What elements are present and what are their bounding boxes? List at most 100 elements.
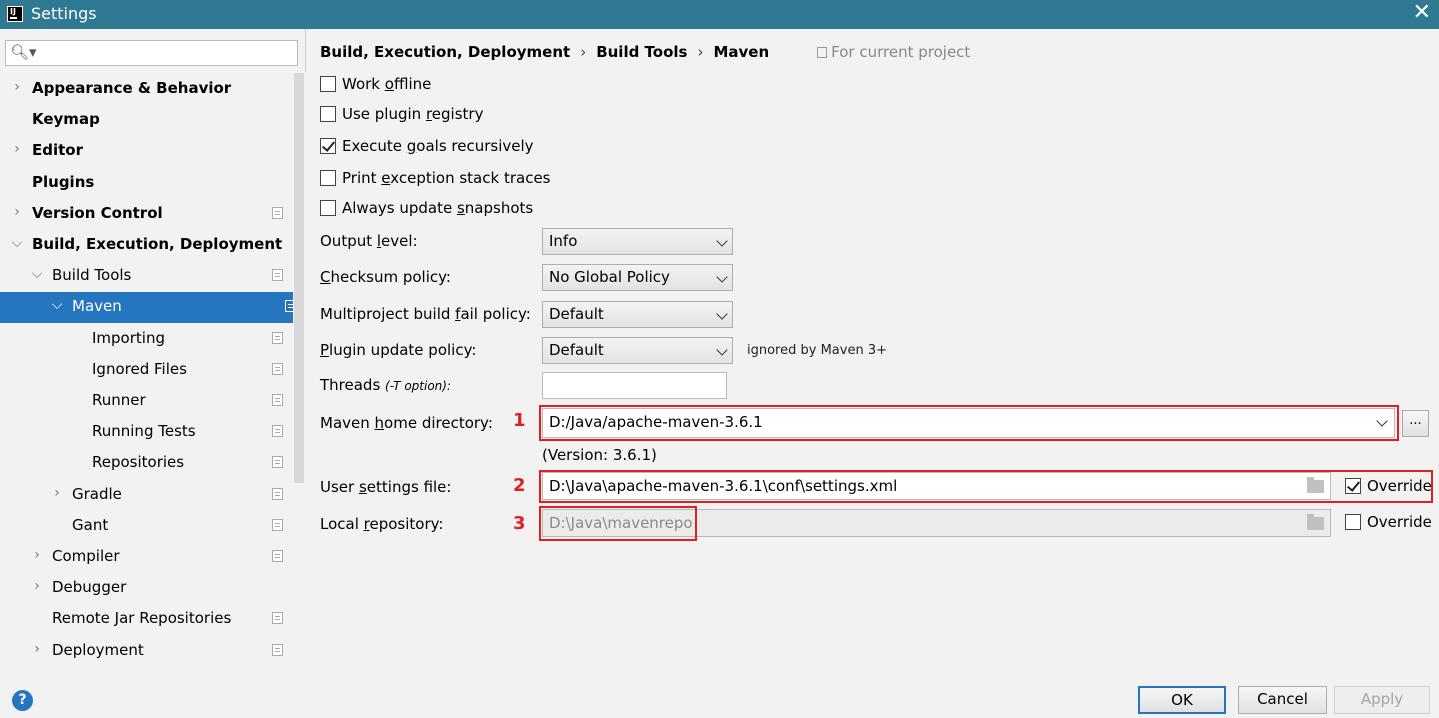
sidebar-item[interactable]: ⌵ Build, Execution, Deployment bbox=[0, 230, 293, 261]
multiproject-fail-policy-select[interactable]: Default bbox=[542, 301, 733, 328]
chevron-right-icon[interactable]: › bbox=[10, 79, 24, 95]
print-exception-option[interactable]: Print exception stack traces bbox=[320, 169, 550, 191]
output-level-select[interactable]: Info bbox=[542, 228, 733, 255]
project-scope-icon bbox=[272, 518, 283, 531]
sidebar-item-label: Appearance & Behavior bbox=[32, 79, 232, 97]
sidebar-item[interactable]: › Version Control bbox=[0, 199, 293, 230]
sidebar-item[interactable]: Keymap bbox=[0, 105, 293, 136]
work-offline-option[interactable]: Work offline bbox=[320, 75, 431, 97]
intellij-app-icon: IJ bbox=[7, 6, 23, 22]
mnemonic: g bbox=[406, 137, 417, 155]
annotation-number: 1 bbox=[513, 410, 526, 431]
sidebar-item[interactable]: › Gradle bbox=[0, 480, 293, 511]
breadcrumb-item: Build, Execution, Deployment bbox=[320, 43, 571, 61]
work-offline-checkbox[interactable] bbox=[320, 76, 336, 92]
print-exception-checkbox[interactable] bbox=[320, 170, 336, 186]
cancel-button[interactable]: Cancel bbox=[1238, 686, 1327, 714]
sidebar-item[interactable]: Repositories bbox=[0, 448, 293, 479]
project-scope-icon bbox=[272, 206, 283, 219]
plugin-update-policy-select[interactable]: Default bbox=[542, 337, 733, 364]
sidebar-item-label: Plugins bbox=[32, 172, 95, 191]
sidebar-item[interactable]: › Compiler bbox=[0, 542, 293, 573]
execute-goals-checkbox[interactable] bbox=[320, 138, 336, 154]
ok-button[interactable]: OK bbox=[1138, 686, 1226, 714]
checksum-policy-select[interactable]: No Global Policy bbox=[542, 264, 733, 291]
maven-settings-panel: Build, Execution, Deployment › Build Tools… bbox=[307, 29, 1439, 671]
annotation-highlight-box bbox=[539, 470, 1433, 503]
apply-button[interactable]: Apply bbox=[1334, 686, 1430, 714]
override-label: Override bbox=[1367, 513, 1432, 531]
browse-maven-home-button[interactable]: ... bbox=[1402, 410, 1429, 437]
local-repository-label: Local repository: bbox=[320, 515, 443, 533]
execute-goals-option[interactable]: Execute goals recursively bbox=[320, 137, 534, 159]
sidebar-item-label: Ignored Files bbox=[92, 359, 187, 378]
always-update-option[interactable]: Always update snapshots bbox=[320, 199, 533, 221]
chevron-right-icon[interactable]: › bbox=[30, 547, 44, 563]
label-text: hecksum policy: bbox=[330, 268, 451, 286]
mnemonic: o bbox=[384, 75, 394, 93]
sidebar-item-label: Deployment bbox=[52, 640, 144, 659]
breadcrumb-item: Maven bbox=[713, 43, 770, 61]
annotation-highlight-box bbox=[539, 405, 1399, 441]
chevron-right-icon[interactable]: › bbox=[30, 641, 44, 657]
sidebar-item[interactable]: Running Tests bbox=[0, 417, 293, 448]
sidebar-scrollbar-thumb[interactable] bbox=[294, 73, 304, 483]
annotation-number: 3 bbox=[513, 513, 526, 534]
project-scope-icon bbox=[272, 362, 283, 375]
option-label: ffline bbox=[393, 75, 432, 93]
project-scope-icon bbox=[272, 456, 283, 469]
option-label: Always update bbox=[342, 199, 457, 217]
settings-search[interactable]: 🔍︎▾ bbox=[5, 40, 298, 66]
chevron-down-icon bbox=[716, 271, 728, 283]
sidebar-item-label: Maven bbox=[72, 297, 122, 316]
option-label: oals recursively bbox=[416, 137, 534, 155]
chevron-down-icon[interactable]: ⌵ bbox=[10, 235, 24, 251]
chevron-down-icon[interactable]: ⌵ bbox=[50, 297, 64, 313]
use-plugin-registry-option[interactable]: Use plugin registry bbox=[320, 105, 483, 127]
label-text: lugin update policy: bbox=[329, 341, 477, 359]
search-input[interactable] bbox=[36, 43, 291, 63]
project-scope-icon bbox=[272, 331, 283, 344]
sidebar-item-label: Running Tests bbox=[92, 422, 196, 441]
search-icon[interactable]: 🔍︎▾ bbox=[10, 43, 37, 61]
project-scope-icon bbox=[272, 425, 283, 438]
sidebar-item[interactable]: Plugins bbox=[0, 168, 293, 199]
chevron-down-icon[interactable]: ⌵ bbox=[30, 266, 44, 282]
project-scope-icon bbox=[272, 269, 283, 282]
sidebar-item[interactable]: Gant bbox=[0, 511, 293, 542]
mnemonic: e bbox=[381, 169, 391, 187]
project-scope-icon bbox=[272, 550, 283, 562]
threads-input[interactable] bbox=[542, 372, 727, 399]
sidebar-item[interactable]: › Deployment bbox=[0, 636, 293, 667]
option-label: Execute bbox=[342, 137, 407, 155]
label-text: Threads bbox=[320, 376, 381, 394]
close-icon[interactable]: ✕ bbox=[1413, 2, 1431, 24]
chevron-right-icon[interactable]: › bbox=[10, 204, 24, 220]
option-label: egistry bbox=[431, 105, 484, 123]
chevron-right-icon[interactable]: › bbox=[10, 141, 24, 157]
sidebar-item[interactable]: › Appearance & Behavior bbox=[0, 74, 293, 105]
select-value: Default bbox=[549, 305, 604, 323]
mnemonic: s bbox=[358, 478, 367, 496]
sidebar-item[interactable]: Importing bbox=[0, 324, 293, 355]
chevron-right-icon[interactable]: › bbox=[30, 578, 44, 594]
help-icon[interactable]: ? bbox=[12, 690, 33, 711]
app-icon-text: IJ bbox=[10, 7, 16, 16]
breadcrumb: Build, Execution, Deployment › Build Tools… bbox=[320, 43, 970, 61]
sidebar-item[interactable]: › Editor bbox=[0, 136, 293, 167]
local-repository-override[interactable]: Override bbox=[1345, 513, 1432, 531]
maven-version-text: (Version: 3.6.1) bbox=[542, 446, 657, 464]
project-scope-icon bbox=[817, 47, 828, 58]
sidebar-item[interactable]: Runner bbox=[0, 386, 293, 417]
chevron-right-icon[interactable]: › bbox=[50, 485, 64, 501]
local-repository-override-checkbox[interactable] bbox=[1345, 514, 1361, 530]
label-text: User bbox=[320, 478, 359, 496]
sidebar-item[interactable]: ⌵ Maven bbox=[0, 292, 306, 324]
use-plugin-registry-checkbox[interactable] bbox=[320, 106, 336, 122]
sidebar-item[interactable]: › Debugger bbox=[0, 573, 293, 604]
sidebar-item[interactable]: Remote Jar Repositories bbox=[0, 604, 293, 635]
breadcrumb-separator: › bbox=[580, 43, 587, 61]
sidebar-item[interactable]: Ignored Files bbox=[0, 355, 293, 386]
always-update-checkbox[interactable] bbox=[320, 200, 336, 216]
sidebar-item[interactable]: ⌵ Build Tools bbox=[0, 261, 293, 292]
